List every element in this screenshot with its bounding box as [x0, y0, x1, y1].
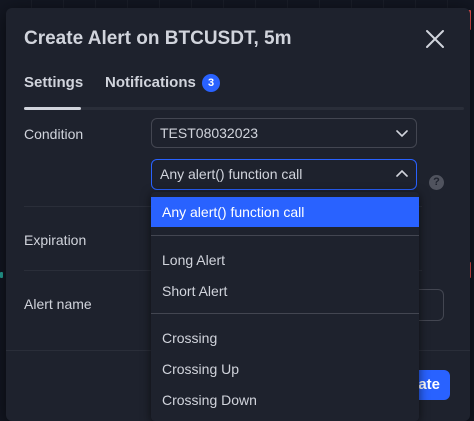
tab-settings[interactable]: Settings — [24, 74, 83, 91]
dropdown-option-any-alert[interactable]: Any alert() function call — [151, 197, 419, 227]
alert-name-label: Alert name — [24, 296, 92, 312]
chevron-up-icon — [396, 169, 408, 177]
dialog-title: Create Alert on BTCUSDT, 5m — [24, 28, 292, 49]
dropdown-separator — [151, 235, 419, 236]
condition-trigger-dropdown: Any alert() function call Long Alert Sho… — [151, 192, 419, 421]
dropdown-option-crossing-down[interactable]: Crossing Down — [151, 385, 419, 415]
chart-candle — [0, 272, 3, 278]
tab-active-indicator — [24, 107, 81, 110]
expiration-label: Expiration — [24, 232, 87, 248]
condition-trigger-value: Any alert() function call — [160, 166, 303, 182]
chevron-down-icon — [396, 130, 408, 138]
create-button-label: ate — [418, 376, 440, 393]
help-icon[interactable]: ? — [429, 175, 444, 190]
dropdown-separator — [151, 313, 419, 314]
dropdown-option-crossing[interactable]: Crossing — [151, 323, 419, 353]
close-icon[interactable] — [424, 28, 446, 50]
condition-indicator-value: TEST08032023 — [160, 125, 259, 141]
dropdown-option-long-alert[interactable]: Long Alert — [151, 245, 419, 275]
condition-label: Condition — [24, 126, 84, 142]
dropdown-option-crossing-up[interactable]: Crossing Up — [151, 354, 419, 384]
dropdown-option-short-alert[interactable]: Short Alert — [151, 276, 419, 306]
tab-notifications[interactable]: Notifications — [105, 74, 196, 91]
condition-indicator-select[interactable]: TEST08032023 — [151, 118, 417, 148]
tab-track — [24, 107, 464, 110]
notifications-count-badge: 3 — [202, 74, 220, 92]
condition-trigger-select[interactable]: Any alert() function call — [151, 159, 417, 190]
